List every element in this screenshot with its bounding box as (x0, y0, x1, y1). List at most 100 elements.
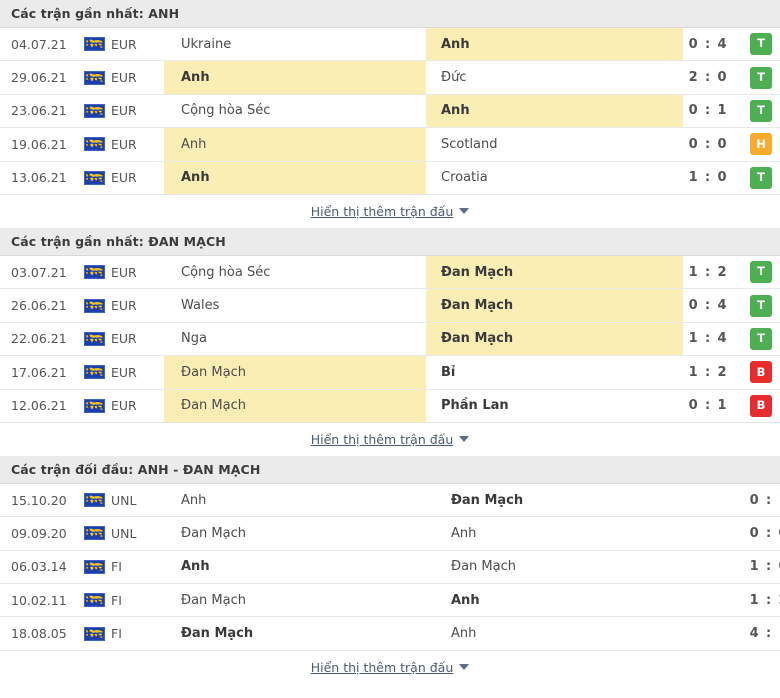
table-row[interactable]: 26.06.21 EUR Wales Đan Mạch 0 : 4 T (0, 289, 780, 323)
away-team[interactable]: Đan Mạch (436, 484, 693, 516)
competition-flag-cell (78, 128, 111, 160)
show-more-label: Hiển thị thêm trận đấu (310, 431, 454, 447)
match-score[interactable]: 0 : 0 (693, 517, 780, 549)
match-score[interactable]: 1 : 0 (683, 162, 742, 194)
world-flag-icon (84, 298, 105, 313)
away-team[interactable]: Đức (426, 61, 683, 93)
home-team[interactable]: Cộng hòa Séc (164, 256, 426, 288)
match-score[interactable]: 1 : 4 (683, 323, 742, 355)
match-score[interactable]: 0 : 0 (683, 128, 742, 160)
status-badge: T (750, 66, 772, 89)
competition-code: EUR (111, 264, 137, 280)
match-score[interactable]: 0 : 1 (683, 390, 742, 422)
match-history-panel: Các trận gần nhất: ANH 04.07.21 EUR Ukraine… (0, 0, 780, 684)
chevron-down-icon (459, 664, 470, 671)
show-more-matches-link[interactable]: Hiển thị thêm trận đấu (311, 432, 470, 447)
competition-code: FI (111, 626, 122, 642)
table-row[interactable]: 13.06.21 EUR Anh Croatia 1 : 0 T (0, 161, 780, 195)
match-date: 22.06.21 (11, 331, 67, 347)
home-team[interactable]: Anh (164, 128, 426, 161)
away-team[interactable]: Bỉ (426, 356, 683, 388)
table-row[interactable]: 22.06.21 EUR Nga Đan Mạch 1 : 4 T (0, 322, 780, 357)
competition-flag-cell (78, 28, 111, 60)
home-team[interactable]: Đan Mạch (164, 617, 436, 649)
table-row[interactable]: 29.06.21 EUR Anh Đức 2 : 0 T (0, 61, 780, 95)
match-score[interactable]: 0 : 4 (683, 289, 742, 321)
match-date: 18.08.05 (11, 626, 67, 642)
home-team[interactable]: Đan Mạch (164, 584, 436, 616)
result-badge-cell: T (742, 289, 780, 321)
match-section: Các trận đối đầu: ANH - ĐAN MẠCH 15.10.20… (0, 455, 780, 684)
competition-code: UNL (111, 492, 137, 508)
away-team[interactable]: Anh (436, 617, 693, 649)
competition-code: EUR (111, 170, 137, 186)
world-flag-icon (84, 37, 105, 52)
section-title: Các trận gần nhất: ĐAN MẠCH (11, 233, 226, 249)
table-row[interactable]: 10.02.11 FI Đan MạchAnh1 : 2 (0, 584, 780, 618)
home-team[interactable]: Cộng hòa Séc (164, 95, 426, 127)
match-date: 04.07.21 (11, 36, 67, 52)
away-team[interactable]: Phần Lan (426, 390, 683, 422)
competition-code: EUR (111, 103, 137, 119)
status-badge: T (750, 99, 772, 122)
status-badge: T (750, 327, 772, 350)
home-team[interactable]: Anh (164, 484, 436, 516)
status-badge: T (750, 261, 772, 284)
table-row[interactable]: 09.09.20 UNL Đan MạchAnh0 : 0 (0, 517, 780, 551)
match-score[interactable]: 0 : 4 (683, 28, 742, 60)
match-score[interactable]: 0 : 1 (683, 95, 742, 127)
table-row[interactable]: 17.06.21 EUR Đan Mạch Bỉ 1 : 2 B (0, 356, 780, 390)
competition-flag-cell (78, 390, 111, 422)
away-team[interactable]: Anh (436, 517, 693, 549)
home-team[interactable]: Nga (164, 323, 426, 355)
match-date: 26.06.21 (11, 298, 67, 314)
match-score[interactable]: 2 : 0 (683, 61, 742, 93)
away-team[interactable]: Anh (426, 94, 683, 128)
away-team[interactable]: Anh (436, 584, 693, 616)
match-score[interactable]: 1 : 2 (683, 256, 742, 288)
home-team[interactable]: Anh (164, 61, 426, 94)
table-row[interactable]: 06.03.14 FI AnhĐan Mạch1 : 0 (0, 550, 780, 585)
section-header: Các trận gần nhất: ANH (0, 0, 780, 28)
match-score[interactable]: 1 : 2 (683, 356, 742, 388)
match-score[interactable]: 1 : 2 (693, 584, 780, 616)
result-badge-cell: B (742, 390, 780, 422)
away-team[interactable]: Đan Mạch (436, 551, 693, 583)
table-row[interactable]: 19.06.21 EUR Anh Scotland 0 : 0 H (0, 128, 780, 162)
show-more-label: Hiển thị thêm trận đấu (310, 659, 454, 675)
competition-flag-cell (78, 584, 111, 616)
home-team[interactable]: Đan Mạch (164, 356, 426, 389)
section-title: Các trận đối đầu: ANH - ĐAN MẠCH (11, 461, 261, 477)
away-team[interactable]: Scotland (426, 128, 683, 160)
home-team[interactable]: Ukraine (164, 28, 426, 60)
home-team[interactable]: Đan Mạch (164, 517, 436, 549)
home-team[interactable]: Wales (164, 289, 426, 321)
away-team[interactable]: Croatia (426, 162, 683, 194)
world-flag-icon (84, 103, 105, 118)
result-badge-cell: T (742, 162, 780, 194)
table-row[interactable]: 18.08.05 FI Đan MạchAnh4 : 1 (0, 617, 780, 651)
show-more-matches-link[interactable]: Hiển thị thêm trận đấu (311, 204, 470, 219)
table-row[interactable]: 03.07.21 EUR Cộng hòa Séc Đan Mạch 1 : 2 T (0, 255, 780, 290)
away-team[interactable]: Anh (426, 28, 683, 61)
match-score[interactable]: 4 : 1 (693, 617, 780, 649)
table-row[interactable]: 23.06.21 EUR Cộng hòa Séc Anh 0 : 1 T (0, 94, 780, 129)
world-flag-icon (84, 526, 105, 541)
away-team[interactable]: Đan Mạch (426, 322, 683, 356)
show-more-matches-link[interactable]: Hiển thị thêm trận đấu (311, 660, 470, 675)
match-rows: 04.07.21 EUR Ukraine Anh 0 : 4 T 29.06.21 EUR An… (0, 28, 780, 195)
away-team[interactable]: Đan Mạch (426, 255, 683, 289)
match-score[interactable]: 1 : 0 (693, 551, 780, 583)
home-team[interactable]: Anh (164, 551, 436, 583)
table-row[interactable]: 15.10.20 UNL AnhĐan Mạch0 : 1 (0, 483, 780, 518)
match-rows: 15.10.20UNLAnhĐan Mạch0 : 109.09.20UNLĐa… (0, 483, 780, 651)
section-header: Các trận gần nhất: ĐAN MẠCH (0, 227, 780, 256)
match-date: 19.06.21 (11, 136, 67, 152)
match-score[interactable]: 0 : 1 (693, 484, 780, 516)
home-team[interactable]: Đan Mạch (164, 389, 426, 422)
competition-flag-cell (78, 484, 111, 516)
away-team[interactable]: Đan Mạch (426, 289, 683, 322)
table-row[interactable]: 12.06.21 EUR Đan Mạch Phần Lan 0 : 1 B (0, 389, 780, 423)
table-row[interactable]: 04.07.21 EUR Ukraine Anh 0 : 4 T (0, 28, 780, 62)
home-team[interactable]: Anh (164, 161, 426, 194)
